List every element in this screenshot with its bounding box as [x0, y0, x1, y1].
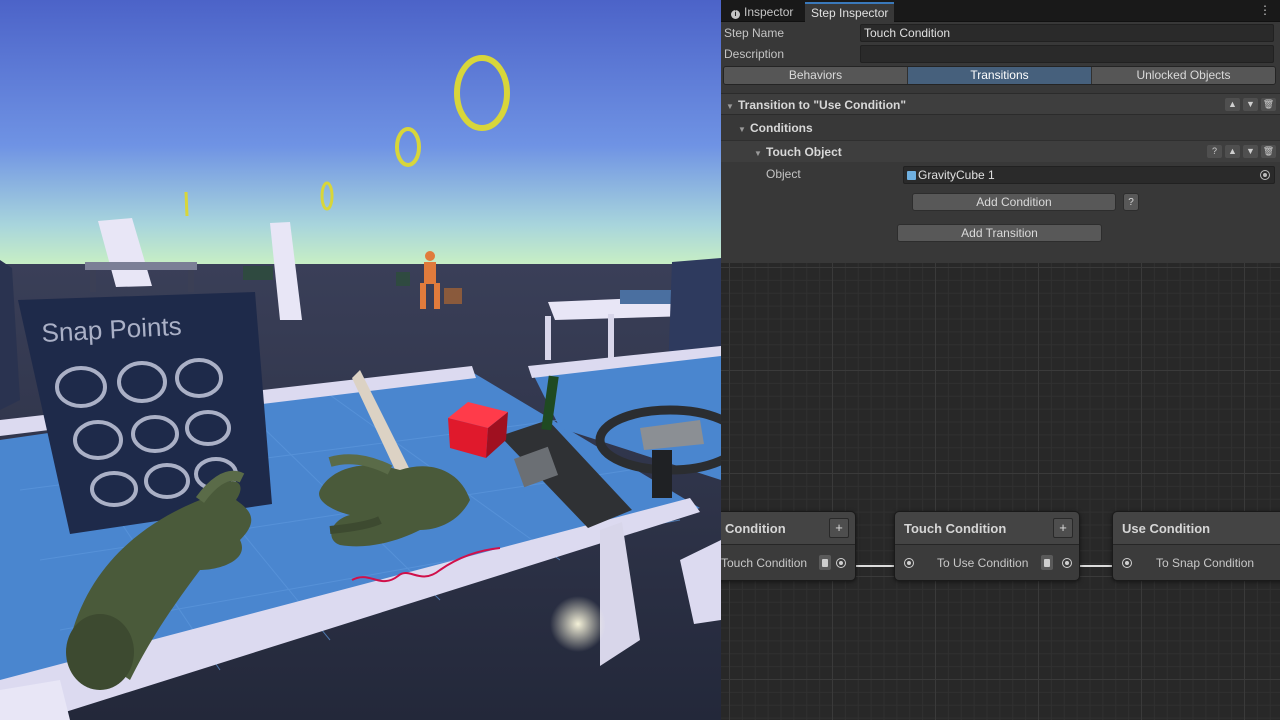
- inspector-toggle-group: Behaviors Transitions Unlocked Objects: [723, 66, 1276, 85]
- input-port-icon[interactable]: [1122, 558, 1132, 568]
- add-condition-button[interactable]: Add Condition: [912, 193, 1116, 211]
- add-transition-button[interactable]: Add Transition: [897, 224, 1102, 242]
- output-port-icon[interactable]: [836, 558, 846, 568]
- node-port-row: To Snap Condition: [1113, 550, 1280, 576]
- cube-icon: [907, 171, 916, 180]
- help-icon[interactable]: ?: [1207, 145, 1222, 158]
- description-field[interactable]: [860, 45, 1274, 63]
- object-label: Object: [766, 167, 801, 181]
- node-title: Use Condition: [1122, 521, 1211, 536]
- more-menu-icon[interactable]: ⋮: [1259, 3, 1271, 17]
- delete-icon[interactable]: 🗑: [1261, 145, 1276, 158]
- add-icon[interactable]: +: [829, 518, 849, 538]
- port-label: To Snap Condition: [1156, 556, 1255, 570]
- move-down-icon[interactable]: ▼: [1243, 98, 1258, 111]
- step-inspector-window: i Inspector Step Inspector ⋮ Step Name To…: [721, 0, 1280, 720]
- vr-scene-viewport[interactable]: Snap Points: [0, 0, 721, 720]
- conditions-foldout[interactable]: ▼ Conditions: [721, 117, 1280, 139]
- touch-object-title: Touch Object: [766, 145, 842, 159]
- help-button[interactable]: ?: [1123, 193, 1139, 211]
- ring-tiny: [184, 191, 189, 217]
- tab-step-inspector[interactable]: Step Inspector: [805, 2, 895, 22]
- tab-inspector[interactable]: i Inspector: [725, 2, 799, 22]
- node-header: Use Condition: [1113, 512, 1280, 545]
- foldout-arrow-icon: ▼: [726, 102, 734, 111]
- add-icon[interactable]: +: [1053, 518, 1073, 538]
- step-name-label: Step Name: [724, 26, 785, 40]
- condition-controls: ? ▲ ▼ 🗑: [1207, 145, 1276, 158]
- object-picker-icon[interactable]: [1260, 170, 1270, 180]
- description-label: Description: [724, 47, 785, 61]
- tab-step-inspector-label: Step Inspector: [811, 6, 889, 20]
- move-down-icon[interactable]: ▼: [1243, 145, 1258, 158]
- graph-edge: [856, 565, 894, 567]
- toggle-behaviors[interactable]: Behaviors: [724, 67, 908, 84]
- node-title: Touch Condition: [904, 521, 1007, 536]
- output-port-icon[interactable]: [1062, 558, 1072, 568]
- touch-object-foldout[interactable]: ▼ Touch Object ? ▲ ▼ 🗑: [721, 140, 1280, 162]
- foldout-arrow-icon: ▼: [754, 149, 762, 158]
- input-port-icon[interactable]: [904, 558, 914, 568]
- node-header: Condition +: [721, 512, 855, 545]
- graph-node-use-condition[interactable]: Use Condition To Snap Condition: [1112, 511, 1280, 581]
- conditions-title: Conditions: [750, 121, 813, 135]
- object-value: GravityCube 1: [918, 168, 995, 182]
- move-up-icon[interactable]: ▲: [1225, 98, 1240, 111]
- foldout-arrow-icon: ▼: [738, 125, 746, 134]
- trash-icon[interactable]: [819, 555, 831, 570]
- light-glow: [550, 596, 606, 652]
- port-label: Touch Condition: [721, 556, 808, 570]
- transition-title: Transition to "Use Condition": [738, 98, 907, 112]
- trash-icon[interactable]: [1041, 555, 1053, 570]
- graph-node-condition[interactable]: Condition + Touch Condition: [721, 511, 856, 581]
- transition-foldout[interactable]: ▼ Transition to "Use Condition" ▲ ▼ 🗑: [721, 93, 1280, 115]
- graph-node-touch-condition[interactable]: Touch Condition + To Use Condition: [894, 511, 1080, 581]
- step-name-field[interactable]: Touch Condition: [860, 24, 1274, 42]
- node-port-row: To Use Condition: [895, 550, 1079, 576]
- tab-bar: i Inspector Step Inspector ⋮: [721, 0, 1280, 22]
- toggle-transitions[interactable]: Transitions: [908, 67, 1092, 84]
- delete-icon[interactable]: 🗑: [1261, 98, 1276, 111]
- node-header: Touch Condition +: [895, 512, 1079, 545]
- object-field[interactable]: GravityCube 1: [903, 166, 1275, 184]
- toggle-unlocked-objects[interactable]: Unlocked Objects: [1092, 67, 1275, 84]
- info-icon: i: [731, 10, 740, 19]
- vr-scene: Snap Points: [0, 0, 721, 720]
- workflow-graph[interactable]: Condition + Touch Condition Touch Condit…: [721, 263, 1280, 720]
- transition-controls: ▲ ▼ 🗑: [1225, 98, 1276, 111]
- move-up-icon[interactable]: ▲: [1225, 145, 1240, 158]
- tab-inspector-label: Inspector: [744, 5, 794, 19]
- node-title: Condition: [725, 521, 786, 536]
- port-label: To Use Condition: [937, 556, 1029, 570]
- node-port-row: Touch Condition: [721, 550, 855, 576]
